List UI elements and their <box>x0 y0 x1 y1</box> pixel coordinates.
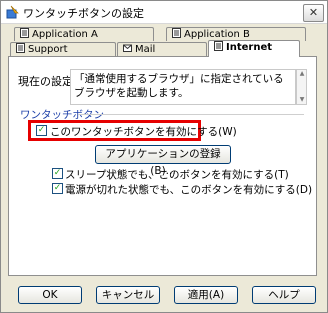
close-icon: ✕ <box>308 6 319 19</box>
enable-button-label: このワンタッチボタンを有効にする(W) <box>50 126 237 138</box>
tab-application-b[interactable]: Application B <box>166 27 306 41</box>
tab-label: Application A <box>32 29 98 40</box>
document-icon <box>214 41 223 51</box>
tab-label: Support <box>28 44 68 55</box>
window-title: ワンタッチボタンの設定 <box>23 7 144 20</box>
tab-support[interactable]: Support <box>10 42 116 56</box>
close-button[interactable]: ✕ <box>303 4 324 22</box>
sleep-checkbox[interactable]: ✓ <box>52 168 63 179</box>
tab-application-a[interactable]: Application A <box>14 27 154 41</box>
poweroff-label: 電源が切れた状態でも、このボタンを有効にする(D) <box>65 184 313 196</box>
ok-button[interactable]: OK <box>18 286 82 304</box>
tab-internet[interactable]: Internet <box>208 40 300 57</box>
enable-button-checkbox[interactable]: ✓ <box>36 125 47 136</box>
apply-button[interactable]: 適用(A) <box>174 286 238 304</box>
sleep-label: スリープ状態でも、このボタンを有効にする(T) <box>65 169 289 181</box>
tab-mail[interactable]: Mail <box>117 42 207 56</box>
document-icon <box>20 28 29 38</box>
description-scrollbar[interactable]: ▲ ▼ <box>296 69 307 105</box>
current-setting-label: 現在の設定: <box>18 75 77 88</box>
scroll-up-icon[interactable]: ▲ <box>298 71 306 77</box>
cancel-button[interactable]: キャンセル <box>96 286 160 304</box>
tab-label: Internet <box>226 42 273 53</box>
register-application-button[interactable]: アプリケーションの登録(B)... <box>95 145 231 177</box>
document-icon <box>16 43 25 53</box>
description-box: 「通常使用するブラウザ」に指定されているブラウザを起動します。 <box>70 69 296 105</box>
poweroff-checkbox[interactable]: ✓ <box>52 183 63 194</box>
scroll-down-icon[interactable]: ▼ <box>298 97 306 103</box>
group-divider <box>78 114 304 115</box>
title-bar: ワンタッチボタンの設定 ✕ <box>1 1 327 24</box>
checkmark-icon: ✓ <box>37 125 46 135</box>
tab-label: Mail <box>135 44 156 55</box>
mail-icon <box>123 44 132 52</box>
checkmark-icon: ✓ <box>53 183 62 193</box>
app-icon <box>6 5 19 19</box>
document-icon <box>172 28 181 38</box>
tab-label: Application B <box>184 29 250 40</box>
checkmark-icon: ✓ <box>53 168 62 178</box>
help-button[interactable]: ヘルプ <box>252 286 316 304</box>
